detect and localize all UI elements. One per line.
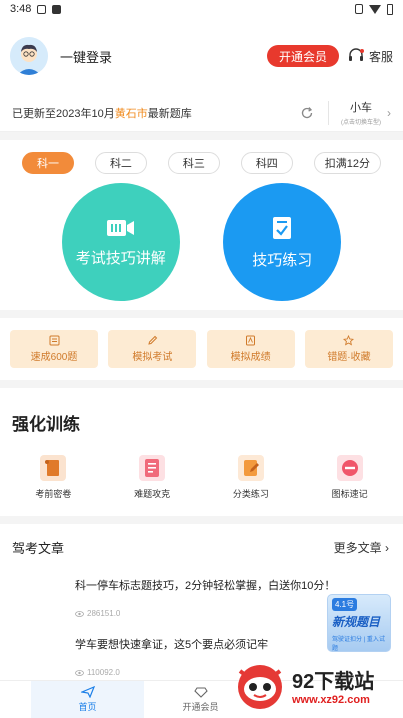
car-type-hint: (点击切换车型): [341, 120, 381, 126]
eye-icon: [75, 610, 84, 617]
wrong-favorites-button[interactable]: 错题·收藏: [304, 330, 393, 368]
service-label: 客服: [368, 49, 393, 64]
avatar[interactable]: [10, 37, 48, 75]
training-title: 强化训练: [12, 415, 80, 434]
quick-600-label: 速成600题: [30, 352, 78, 363]
watermark-logo: [238, 665, 282, 709]
open-vip-button[interactable]: 开通会员: [266, 45, 339, 67]
mock-exam-label: 模拟考试: [132, 352, 173, 363]
status-bar: 3:48: [0, 0, 403, 18]
mock-score-button[interactable]: 模拟成绩: [206, 330, 295, 368]
tab-subject-3[interactable]: 科三: [167, 152, 220, 174]
book-icon: [49, 335, 59, 346]
tab-subject-2[interactable]: 科二: [94, 152, 147, 174]
tab-deduct-12[interactable]: 扣满12分: [313, 152, 381, 174]
article-title: 科一停车标志题技巧，2分钟轻松掌握，白送你10分！: [75, 580, 336, 592]
scroll-icon: [40, 455, 67, 481]
update-city[interactable]: 黄石市: [115, 108, 148, 120]
video-camera-icon: [106, 219, 134, 236]
tab-subject-4[interactable]: 科四: [240, 152, 293, 174]
vibrate-icon: [355, 4, 363, 14]
diamond-icon: [193, 686, 208, 698]
checklist-icon: [273, 216, 292, 239]
tips-practice-button[interactable]: 技巧练习: [223, 183, 342, 301]
update-prefix: 已更新至2023年10月: [12, 107, 115, 120]
tab-home[interactable]: 首页: [31, 681, 144, 718]
hard-questions-item[interactable]: 难题攻克: [112, 455, 192, 500]
one-click-login[interactable]: 一键登录: [60, 47, 267, 66]
watermark-url: www.xz92.com: [292, 693, 370, 706]
main-actions: 考试技巧讲解 技巧练习: [0, 174, 403, 310]
sign-memorize-item[interactable]: 图标速记: [310, 455, 390, 500]
subject-tabs: 科一 科二 科三 科四 扣满12分: [0, 140, 403, 174]
article-views-count: 110092.0: [87, 668, 120, 677]
refresh-icon[interactable]: [300, 106, 314, 120]
tool-buttons: 速成600题 模拟考试 模拟成绩 错题·收藏: [0, 318, 403, 380]
sign-memorize-label: 图标速记: [331, 489, 368, 499]
more-articles-link[interactable]: 更多文章 ›: [334, 539, 389, 556]
customer-service-button[interactable]: 客服: [347, 47, 393, 65]
site-watermark: 92下载站 www.xz92.com: [230, 652, 403, 718]
tips-practice-label: 技巧练习: [252, 251, 313, 269]
question-bank-update-bar: 已更新至2023年10月黄石市最新题库 小车 (点击切换车型) ›: [0, 94, 403, 132]
notification-a-icon: [37, 4, 47, 14]
promo-sub-label: 驾驶证扣分 | 重入试题: [332, 637, 385, 652]
tab-vip-label: 开通会员: [182, 701, 219, 712]
pencil-icon: [148, 335, 158, 345]
question-list-icon: [139, 455, 166, 481]
quick-600-button[interactable]: 速成600题: [10, 330, 98, 368]
update-suffix: 最新题库: [147, 107, 192, 120]
pre-exam-paper-label: 考前密卷: [35, 489, 72, 499]
tab-home-label: 首页: [78, 702, 97, 712]
paper-plane-icon: [80, 686, 95, 698]
section-gap: [0, 310, 403, 318]
more-articles-label: 更多文章: [333, 541, 382, 555]
headset-icon: [348, 48, 364, 61]
section-gap: [0, 516, 403, 524]
section-gap: [0, 380, 403, 388]
car-type-label: 小车: [350, 102, 372, 114]
exam-tips-lecture-button[interactable]: 考试技巧讲解: [61, 183, 180, 301]
edit-sheet-icon: [237, 455, 264, 481]
exam-tips-lecture-label: 考试技巧讲解: [75, 249, 166, 267]
promo-main-label: 新规题目: [332, 615, 381, 629]
score-sheet-icon: [246, 335, 256, 346]
update-text: 已更新至2023年10月黄石市最新题库: [12, 105, 300, 121]
wifi-icon: [369, 4, 381, 14]
user-bar: 一键登录 开通会员 客服: [0, 18, 403, 94]
articles-header: 驾考文章 更多文章 ›: [0, 524, 403, 567]
watermark-title: 92下载站: [292, 670, 375, 693]
status-time: 3:48: [10, 3, 32, 15]
eye-icon: [75, 669, 84, 676]
divider: [328, 100, 329, 125]
mock-score-label: 模拟成绩: [230, 352, 271, 363]
category-practice-label: 分类练习: [232, 489, 269, 499]
no-entry-sign-icon: [336, 455, 363, 481]
articles-title: 驾考文章: [12, 541, 65, 556]
battery-icon: [387, 3, 393, 15]
star-icon: [343, 335, 355, 346]
hard-questions-label: 难题攻克: [134, 489, 171, 499]
notification-square-icon: [52, 4, 62, 14]
new-rules-promo[interactable]: 4.1号 新规题目 驾驶证扣分 | 重入试题: [327, 594, 391, 652]
promo-date-tag: 4.1号: [332, 598, 358, 611]
avatar-icon: [10, 37, 48, 75]
chevron-right-icon: ›: [387, 105, 391, 120]
tab-subject-1[interactable]: 科一: [22, 152, 74, 174]
category-practice-item[interactable]: 分类练习: [211, 455, 291, 500]
training-grid: 考前密卷 难题攻克 分类练习 图标速记: [0, 447, 403, 516]
mock-exam-button[interactable]: 模拟考试: [108, 330, 197, 368]
pre-exam-paper-item[interactable]: 考前密卷: [13, 455, 93, 500]
wrong-favorites-label: 错题·收藏: [327, 352, 371, 363]
section-gap: [0, 132, 403, 140]
car-type-switch[interactable]: 小车 (点击切换车型): [341, 99, 381, 126]
article-views-count: 286151.0: [87, 609, 121, 618]
